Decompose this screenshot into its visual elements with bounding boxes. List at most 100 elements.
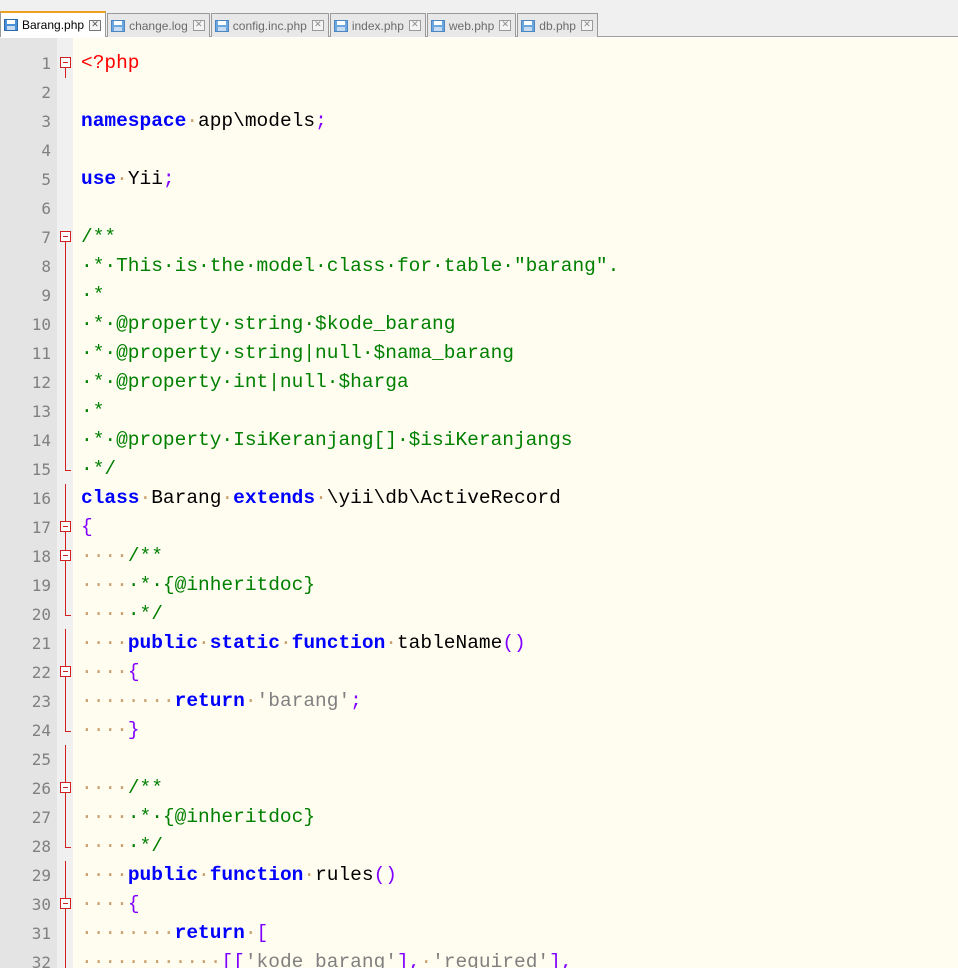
tab-label: index.php [351, 18, 404, 33]
fold-toggle-icon[interactable] [59, 223, 73, 252]
code-token: } [127, 719, 140, 741]
fold-line [59, 716, 73, 745]
code-token: ········ [81, 922, 175, 944]
code-text: ·····*/ [81, 832, 163, 861]
save-file-icon [521, 19, 536, 33]
close-tab-icon[interactable]: ✕ [192, 20, 205, 31]
line-number: 31 [31, 924, 51, 943]
code-line: 3 namespace·app\models; [0, 107, 958, 136]
code-text: use·Yii; [81, 165, 175, 194]
code-token: ·*·{@inheritdoc} [127, 574, 316, 596]
code-token: ···· [81, 777, 128, 799]
close-tab-icon[interactable]: ✕ [580, 20, 593, 31]
fold-toggle-icon[interactable] [59, 513, 73, 542]
tab-web-php[interactable]: web.php ✕ [426, 13, 517, 37]
line-number: 28 [31, 837, 51, 856]
line-number: 8 [41, 257, 51, 276]
tab-config-inc-php[interactable]: config.inc.php ✕ [210, 13, 329, 37]
close-tab-icon[interactable]: ✕ [499, 20, 512, 31]
fold-line [59, 745, 73, 774]
line-number: 24 [31, 721, 51, 740]
save-file-icon [111, 19, 126, 33]
code-line: 30 ····{ [0, 890, 958, 919]
code-token: extends [233, 487, 316, 509]
code-line: 21 ····public·static·function·tableName() [0, 629, 958, 658]
code-line: 23 ········return·'barang'; [0, 687, 958, 716]
code-text: ·····*·{@inheritdoc} [81, 571, 315, 600]
fold-toggle-icon[interactable] [59, 890, 73, 919]
line-number: 18 [31, 547, 51, 566]
fold-toggle-icon[interactable] [59, 49, 73, 78]
close-tab-icon[interactable]: ✕ [408, 20, 421, 31]
code-token: ], [549, 951, 573, 968]
line-number: 22 [31, 663, 51, 682]
code-line: 1 <?php [0, 49, 958, 78]
code-line: 16 class·Barang·extends·\yii\db\ActiveRec… [0, 484, 958, 513]
code-token: ···· [81, 574, 128, 596]
fold-line [59, 194, 73, 223]
fold-toggle-icon[interactable] [59, 658, 73, 687]
code-token: public [127, 864, 199, 886]
code-token: · [244, 922, 257, 944]
code-text: ·*/ [81, 455, 116, 484]
fold-toggle-icon[interactable] [59, 774, 73, 803]
code-lines: 1 <?php 2 3 namespace·app\models; 4 5 use·Yii; 6… [0, 49, 958, 968]
fold-line [59, 107, 73, 136]
fold-line [59, 948, 73, 968]
fold-line [59, 571, 73, 600]
line-number: 6 [41, 199, 51, 218]
code-text: ············[['kode_barang'],·'required'… [81, 948, 573, 968]
tab-index-php[interactable]: index.php ✕ [329, 13, 426, 37]
code-line: 6 [0, 194, 958, 223]
code-token: · [186, 110, 199, 132]
code-token: static [209, 632, 280, 654]
code-text: ·* [81, 281, 104, 310]
save-file-icon [430, 19, 446, 33]
code-token: ···· [81, 661, 128, 683]
code-token: ·*·@property·IsiKeranjang[]·$isiKeranjan… [81, 429, 573, 451]
code-token: tableName [396, 632, 503, 654]
fold-line [59, 368, 73, 397]
fold-line [59, 803, 73, 832]
fold-line [59, 484, 73, 513]
line-number: 17 [31, 518, 51, 537]
fold-line [59, 252, 73, 281]
code-token: ·* [81, 400, 105, 422]
tab-barang-php[interactable]: Barang.php ✕ [0, 11, 107, 37]
code-token: { [81, 516, 93, 538]
tab-label: db.php [539, 18, 576, 33]
code-text: ·* [81, 397, 104, 426]
code-token: ·*/ [127, 603, 163, 625]
code-editor[interactable]: 1 <?php 2 3 namespace·app\models; 4 5 use·Yii; 6… [0, 38, 958, 968]
code-token: <?php [81, 52, 140, 74]
code-token: ···· [81, 719, 128, 741]
fold-line [59, 165, 73, 194]
line-number: 3 [41, 112, 51, 131]
code-token: app\models [198, 110, 316, 132]
code-token: · [420, 951, 433, 968]
code-token: ·*·@property·string·$kode_barang [81, 313, 456, 335]
code-line: 29 ····public·function·rules() [0, 861, 958, 890]
line-number: 23 [31, 692, 51, 711]
tab-change-log[interactable]: change.log ✕ [107, 13, 210, 37]
code-line: 14 ·*·@property·IsiKeranjang[]·$isiKeranj… [0, 426, 958, 455]
line-number: 13 [31, 402, 51, 421]
code-line: 13 ·* [0, 397, 958, 426]
line-number: 1 [41, 54, 51, 73]
fold-line [59, 78, 73, 107]
line-number: 26 [31, 779, 51, 798]
code-line: 18 ····/** [0, 542, 958, 571]
fold-toggle-icon[interactable] [59, 542, 73, 571]
code-text: class·Barang·extends·\yii\db\ActiveRecor… [81, 484, 561, 513]
code-token: 'barang' [256, 690, 351, 712]
code-line: 20 ·····*/ [0, 600, 958, 629]
close-tab-icon[interactable]: ✕ [89, 19, 102, 31]
tab-db-php[interactable]: db.php ✕ [517, 13, 598, 37]
line-number: 10 [31, 315, 51, 334]
code-token: ·*/ [81, 458, 117, 480]
fold-line [59, 600, 73, 629]
code-token: ·*/ [127, 835, 163, 857]
code-token: 'kode_barang' [244, 951, 397, 968]
line-number: 25 [31, 750, 51, 769]
close-tab-icon[interactable]: ✕ [311, 20, 324, 31]
